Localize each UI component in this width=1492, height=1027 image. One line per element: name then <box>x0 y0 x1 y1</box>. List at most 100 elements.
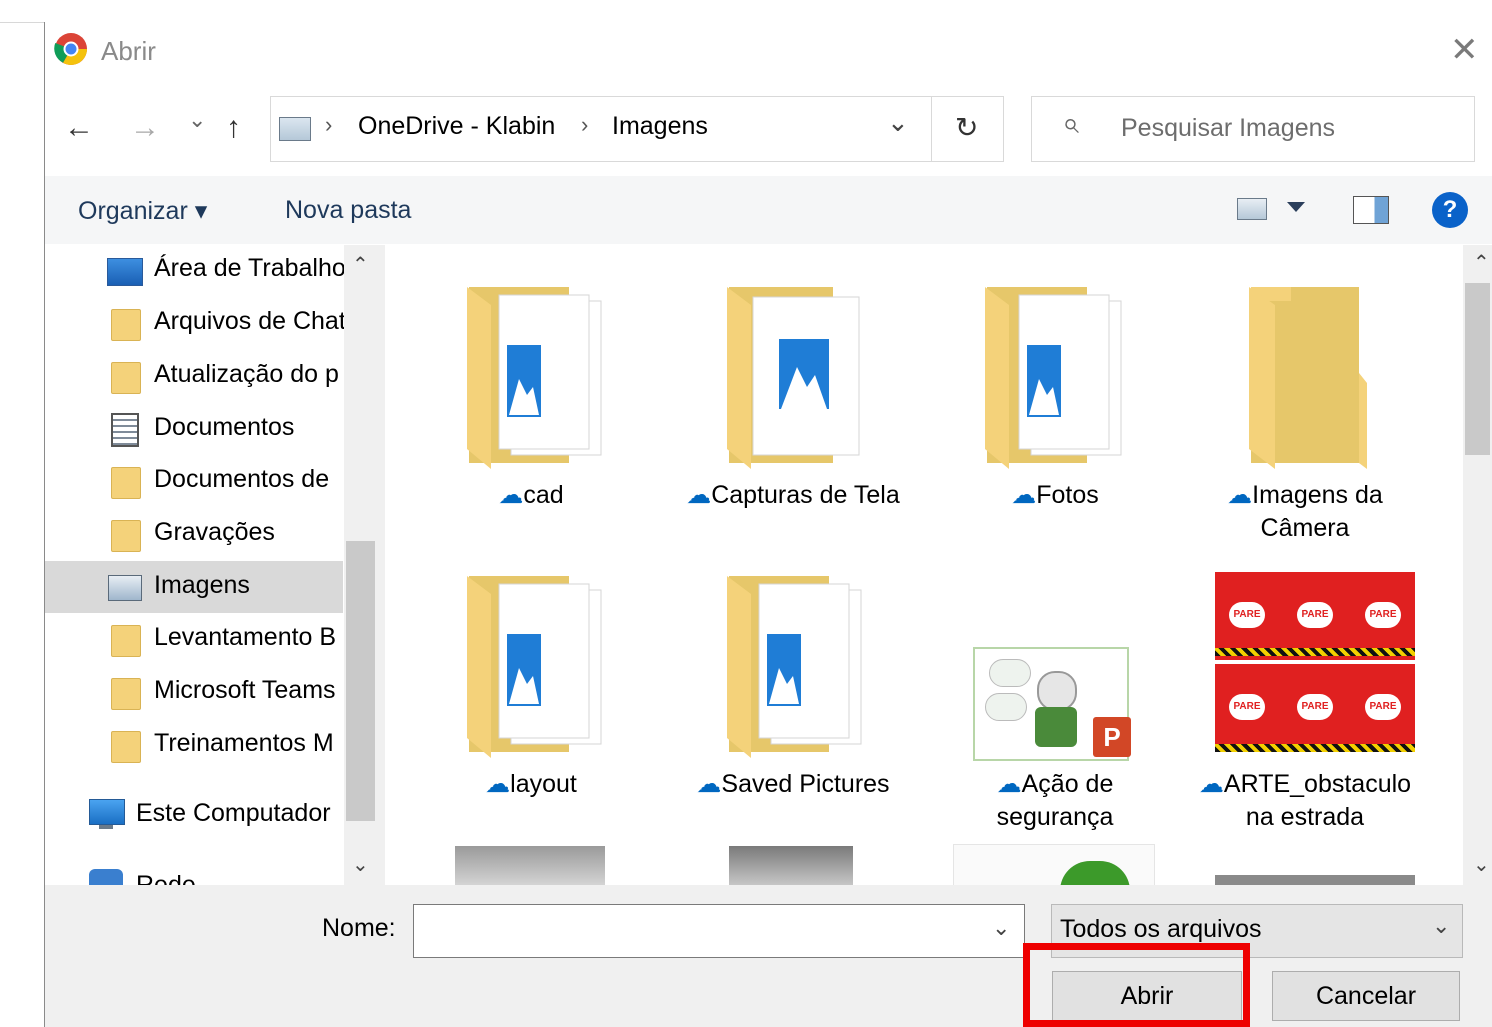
folder-name: layout <box>510 770 577 798</box>
dialog-title: Abrir <box>101 36 156 66</box>
recent-locations-icon[interactable]: ⌄ <box>188 100 206 140</box>
pictures-icon <box>108 575 142 601</box>
sidebar-item-atualizacao[interactable]: Atualização do p <box>45 350 343 402</box>
folder-icon <box>1249 287 1367 469</box>
image-thumbnail[interactable] <box>729 846 853 885</box>
sidebar-scroll-down-icon[interactable]: ⌄ <box>352 852 369 877</box>
sidebar-item-imagens[interactable]: Imagens <box>45 561 343 613</box>
folder-name: Imagens da Câmera <box>1252 481 1383 542</box>
speech-bubble <box>985 693 1027 721</box>
image-thumbnail: PARE PARE PARE PARE PARE PARE <box>1215 572 1415 756</box>
pane-splitter[interactable] <box>377 245 385 885</box>
up-arrow-icon[interactable]: ↑ <box>226 108 241 148</box>
green-cap-image <box>1060 861 1130 885</box>
top-border <box>0 0 1492 23</box>
cloud-icon: ☁ <box>498 481 524 509</box>
sidebar-item-arquivos-de-chat[interactable]: Arquivos de Chat <box>45 297 344 349</box>
caution-stripe <box>1215 744 1415 752</box>
breadcrumb-imagens[interactable]: Imagens <box>612 112 708 141</box>
folder-item-layout[interactable]: ☁layout <box>411 572 651 832</box>
folder-item-saved-pictures[interactable]: ☁Saved Pictures <box>673 572 913 832</box>
sidebar-item-documentos[interactable]: Documentos <box>45 403 343 455</box>
folder-item-cad[interactable]: ☁cad <box>411 283 651 563</box>
computer-stand-icon <box>99 825 113 829</box>
folder-item-fotos[interactable]: ☁Fotos <box>935 283 1175 563</box>
speech-bubble <box>989 659 1031 687</box>
folder-name: Capturas de Tela <box>711 481 900 509</box>
file-view-scrollbar-thumb[interactable] <box>1465 283 1490 455</box>
sidebar-item-levantamento[interactable]: Levantamento B <box>45 613 343 665</box>
pare-text: PARE <box>1229 694 1265 720</box>
folder-icon <box>111 625 141 657</box>
address-dropdown-icon[interactable]: ⌄ <box>887 107 909 138</box>
cloud-icon: ☁ <box>1198 770 1224 798</box>
sidebar-scroll-up-icon[interactable]: ⌃ <box>352 252 369 277</box>
scroll-up-icon[interactable]: ⌃ <box>1473 250 1490 275</box>
sidebar-item-documentos-de[interactable]: Documentos de <box>45 455 343 507</box>
sidebar-item-treinamentos[interactable]: Treinamentos M <box>45 719 343 771</box>
highlight-box <box>1023 943 1250 1027</box>
filetype-dropdown-icon[interactable]: ⌄ <box>1432 913 1450 939</box>
help-icon[interactable]: ? <box>1432 192 1468 228</box>
organize-button[interactable]: Organizar ▾ <box>78 196 207 226</box>
folder-item-capturas[interactable]: ☁Capturas de Tela <box>673 283 913 563</box>
cloud-icon: ☁ <box>686 481 712 509</box>
new-folder-button[interactable]: Nova pasta <box>285 196 411 225</box>
caution-stripe <box>1215 648 1415 656</box>
sidebar-item-area-de-trabalho[interactable]: Área de Trabalho <box>45 245 344 297</box>
image-thumbnail[interactable] <box>455 846 605 885</box>
pictures-location-icon <box>279 117 311 141</box>
sidebar-scrollbar-thumb[interactable] <box>346 541 375 821</box>
image-thumbnail[interactable] <box>1215 875 1415 885</box>
sidebar-item-label: Documentos de <box>154 465 330 493</box>
refresh-icon[interactable]: ↻ <box>955 111 978 144</box>
folder-icon <box>111 309 141 341</box>
pictures-folder-icon <box>467 576 602 758</box>
network-icon <box>89 869 123 885</box>
image-thumbnail[interactable] <box>953 844 1155 885</box>
search-box[interactable]: ⌕ Pesquisar Imagens <box>1031 96 1475 162</box>
breadcrumb-onedrive[interactable]: OneDrive - Klabin <box>358 112 555 141</box>
document-icon <box>111 413 139 447</box>
view-options-icon[interactable] <box>1237 198 1267 220</box>
folder-icon <box>111 678 141 710</box>
file-item-arte-obstaculo[interactable]: PARE PARE PARE PARE PARE PARE ☁ARTE_obst… <box>1185 572 1425 832</box>
file-name: ARTE_obstaculo na estrada <box>1223 770 1412 831</box>
folder-item-imagens-da-camera[interactable]: ☁Imagens da Câmera <box>1185 283 1425 563</box>
pare-text: PARE <box>1365 602 1401 628</box>
filename-input[interactable]: ⌄ <box>413 904 1025 958</box>
sidebar-item-label: Atualização do p <box>154 360 339 388</box>
command-bar: Organizar ▾ Nova pasta ? <box>45 176 1492 244</box>
folder-name: Fotos <box>1036 481 1099 509</box>
powerpoint-icon: P <box>1093 717 1131 757</box>
search-input[interactable]: Pesquisar Imagens <box>1121 114 1335 143</box>
forward-arrow-icon[interactable]: → <box>130 108 160 148</box>
sidebar-item-label: Treinamentos M <box>154 729 334 757</box>
address-bar[interactable]: › OneDrive - Klabin › Imagens ⌄ ↻ <box>270 96 1004 162</box>
folder-name: Saved Pictures <box>721 770 890 798</box>
sidebar-item-microsoft-teams[interactable]: Microsoft Teams <box>45 666 343 718</box>
breadcrumb-separator: › <box>325 112 333 137</box>
preview-pane-icon[interactable] <box>1353 196 1389 224</box>
file-view: ☁cad ☁Capturas de Tela ☁Fotos ☁Imagens d… <box>385 245 1463 885</box>
sidebar-item-este-computador[interactable]: Este Computador <box>45 789 343 841</box>
search-icon: ⌕ <box>1062 107 1079 140</box>
sidebar-item-label: Microsoft Teams <box>154 676 336 704</box>
sidebar-item-label: Levantamento B <box>154 623 337 651</box>
cloud-icon: ☁ <box>696 770 722 798</box>
view-dropdown-icon[interactable] <box>1287 202 1305 212</box>
cancel-button[interactable]: Cancelar <box>1272 971 1460 1021</box>
back-arrow-icon[interactable]: ← <box>64 108 94 148</box>
desktop-icon <box>107 258 143 286</box>
filename-dropdown-icon[interactable]: ⌄ <box>992 915 1010 941</box>
sidebar-item-gravacoes[interactable]: Gravações <box>45 508 343 560</box>
scroll-down-icon[interactable]: ⌄ <box>1473 852 1490 877</box>
pictures-folder-icon <box>727 576 862 758</box>
close-icon[interactable]: ✕ <box>1450 32 1479 68</box>
cartoon-worker-image <box>1037 671 1077 711</box>
folder-icon <box>111 362 141 394</box>
sidebar-item-rede[interactable]: Rede <box>45 859 343 885</box>
file-item-acao-de-seguranca[interactable]: P ☁Ação de segurança <box>935 572 1175 832</box>
pare-text: PARE <box>1229 602 1265 628</box>
filetype-value: Todos os arquivos <box>1060 915 1262 943</box>
